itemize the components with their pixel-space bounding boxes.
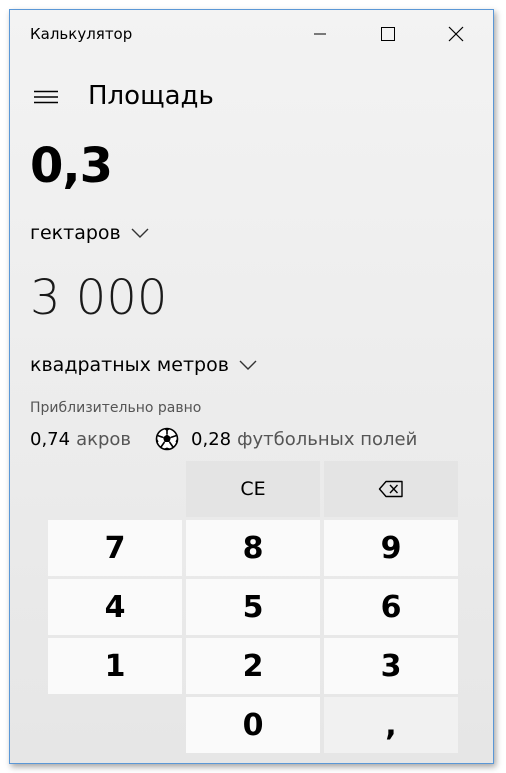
hamburger-icon	[34, 90, 58, 104]
window-title: Калькулятор	[30, 25, 133, 43]
approx-label: Приблизительно равно	[30, 400, 202, 416]
digit-2-button[interactable]: 2	[186, 638, 320, 694]
minimize-button[interactable]	[286, 10, 354, 58]
digit-3-button[interactable]: 3	[324, 638, 458, 694]
to-unit-label: квадратных метров	[30, 354, 229, 376]
maximize-button[interactable]	[354, 10, 422, 58]
backspace-button[interactable]	[324, 461, 458, 517]
minimize-icon	[314, 33, 326, 35]
approx-football-value: 0,28	[191, 428, 232, 450]
digit-8-button[interactable]: 8	[186, 520, 320, 576]
to-unit-selector[interactable]: квадратных метров	[30, 350, 257, 380]
approx-acres-value: 0,74	[30, 428, 71, 450]
mode-title: Площадь	[88, 81, 214, 111]
approx-acres-unit: акров	[76, 428, 132, 450]
digit-0-button[interactable]: 0	[186, 697, 320, 753]
calculator-window: Калькулятор Площадь 0,3 гектаров 3 000 к…	[9, 9, 494, 764]
empty-key-slot	[48, 461, 182, 517]
digit-7-button[interactable]: 7	[48, 520, 182, 576]
navigation-menu-button[interactable]	[32, 86, 60, 108]
digit-1-button[interactable]: 1	[48, 638, 182, 694]
close-button[interactable]	[422, 10, 490, 58]
from-unit-selector[interactable]: гектаров	[30, 218, 149, 248]
backspace-icon	[378, 480, 403, 498]
maximize-icon	[381, 27, 395, 41]
digit-6-button[interactable]: 6	[324, 579, 458, 635]
input-value[interactable]: 0,3	[30, 138, 113, 194]
decimal-separator-button[interactable]: ,	[324, 697, 458, 753]
number-pad: CE 7 8 9 4 5 6 1 2 3 0 ,	[48, 461, 459, 761]
chevron-down-icon	[239, 360, 257, 370]
chevron-down-icon	[131, 228, 149, 238]
app-header: Площадь	[10, 72, 493, 122]
close-icon	[448, 26, 464, 42]
digit-4-button[interactable]: 4	[48, 579, 182, 635]
empty-key-slot	[48, 697, 182, 753]
clear-entry-button[interactable]: CE	[186, 461, 320, 517]
soccer-ball-icon	[155, 427, 179, 451]
approx-football-unit: футбольных полей	[237, 428, 418, 450]
title-bar[interactable]: Калькулятор	[10, 10, 493, 58]
digit-5-button[interactable]: 5	[186, 579, 320, 635]
output-value[interactable]: 3 000	[30, 270, 167, 326]
approx-values: 0,74 акров 0,28 футбольных полей	[30, 426, 417, 452]
digit-9-button[interactable]: 9	[324, 520, 458, 576]
from-unit-label: гектаров	[30, 222, 121, 244]
